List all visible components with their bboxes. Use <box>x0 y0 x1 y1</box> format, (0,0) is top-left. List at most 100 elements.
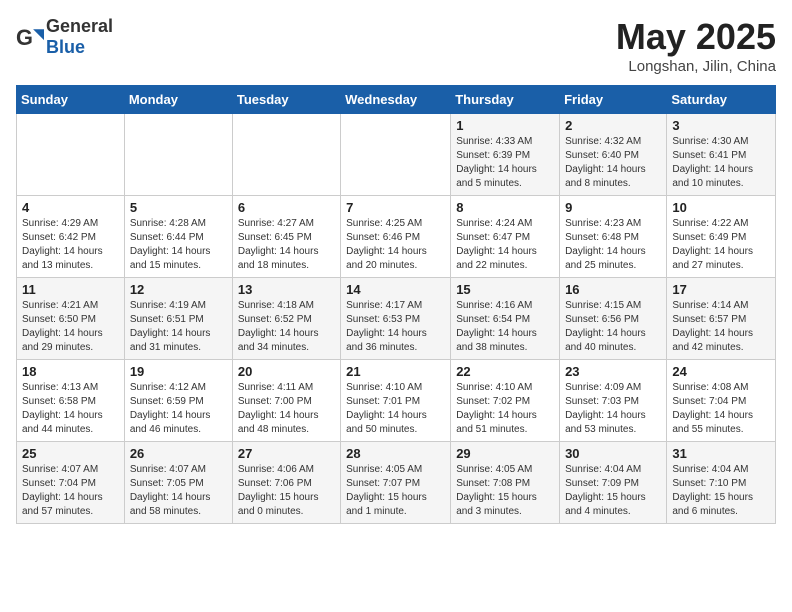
day-number: 11 <box>22 282 119 297</box>
calendar-cell: 25 Sunrise: 4:07 AM Sunset: 7:04 PM Dayli… <box>17 442 125 524</box>
calendar-cell: 14 Sunrise: 4:17 AM Sunset: 6:53 PM Dayli… <box>341 278 451 360</box>
day-number: 14 <box>346 282 445 297</box>
day-number: 28 <box>346 446 445 461</box>
calendar-cell: 1 Sunrise: 4:33 AM Sunset: 6:39 PM Daylig… <box>451 114 560 196</box>
day-info: Sunrise: 4:06 AM Sunset: 7:06 PM Dayligh… <box>238 464 319 517</box>
day-info: Sunrise: 4:04 AM Sunset: 7:09 PM Dayligh… <box>565 464 646 517</box>
calendar-cell: 2 Sunrise: 4:32 AM Sunset: 6:40 PM Daylig… <box>560 114 667 196</box>
weekday-header-sunday: Sunday <box>17 86 125 114</box>
month-title: May 2025 <box>616 16 776 58</box>
logo-general: General <box>46 16 113 36</box>
day-info: Sunrise: 4:15 AM Sunset: 6:56 PM Dayligh… <box>565 300 646 353</box>
day-info: Sunrise: 4:09 AM Sunset: 7:03 PM Dayligh… <box>565 382 646 435</box>
title-section: May 2025 Longshan, Jilin, China <box>616 16 776 75</box>
day-number: 16 <box>565 282 661 297</box>
calendar-week-2: 4 Sunrise: 4:29 AM Sunset: 6:42 PM Daylig… <box>17 196 776 278</box>
location: Longshan, Jilin, China <box>616 58 776 75</box>
day-number: 7 <box>346 200 445 215</box>
calendar-week-1: 1 Sunrise: 4:33 AM Sunset: 6:39 PM Daylig… <box>17 114 776 196</box>
calendar-week-3: 11 Sunrise: 4:21 AM Sunset: 6:50 PM Dayli… <box>17 278 776 360</box>
calendar-cell: 23Sunrise: 4:09 AM Sunset: 7:03 PM Dayli… <box>560 360 667 442</box>
day-info: Sunrise: 4:23 AM Sunset: 6:48 PM Dayligh… <box>565 218 646 271</box>
calendar-cell: 24 Sunrise: 4:08 AM Sunset: 7:04 PM Dayli… <box>667 360 776 442</box>
day-number: 5 <box>130 200 227 215</box>
calendar-cell: 21Sunrise: 4:10 AM Sunset: 7:01 PM Dayli… <box>341 360 451 442</box>
day-info: Sunrise: 4:32 AM Sunset: 6:40 PM Dayligh… <box>565 136 646 189</box>
calendar-cell: 5 Sunrise: 4:28 AM Sunset: 6:44 PM Daylig… <box>124 196 232 278</box>
calendar-cell: 18Sunrise: 4:13 AM Sunset: 6:58 PM Dayli… <box>17 360 125 442</box>
calendar-cell: 19 Sunrise: 4:12 AM Sunset: 6:59 PM Dayli… <box>124 360 232 442</box>
day-number: 9 <box>565 200 661 215</box>
day-info: Sunrise: 4:24 AM Sunset: 6:47 PM Dayligh… <box>456 218 537 271</box>
day-info: Sunrise: 4:29 AM Sunset: 6:42 PM Dayligh… <box>22 218 103 271</box>
calendar-cell: 31 Sunrise: 4:04 AM Sunset: 7:10 PM Dayli… <box>667 442 776 524</box>
calendar-cell: 30 Sunrise: 4:04 AM Sunset: 7:09 PM Dayli… <box>560 442 667 524</box>
day-info: Sunrise: 4:25 AM Sunset: 6:46 PM Dayligh… <box>346 218 427 271</box>
day-number: 26 <box>130 446 227 461</box>
calendar-cell: 7 Sunrise: 4:25 AM Sunset: 6:46 PM Daylig… <box>341 196 451 278</box>
day-number: 25 <box>22 446 119 461</box>
day-number: 31 <box>672 446 770 461</box>
day-number: 12 <box>130 282 227 297</box>
weekday-header-monday: Monday <box>124 86 232 114</box>
day-info: Sunrise: 4:17 AM Sunset: 6:53 PM Dayligh… <box>346 300 427 353</box>
calendar-cell: 12 Sunrise: 4:19 AM Sunset: 6:51 PM Dayli… <box>124 278 232 360</box>
calendar-cell: 26 Sunrise: 4:07 AM Sunset: 7:05 PM Dayli… <box>124 442 232 524</box>
calendar-cell: 4 Sunrise: 4:29 AM Sunset: 6:42 PM Daylig… <box>17 196 125 278</box>
calendar-cell: 6Sunrise: 4:27 AM Sunset: 6:45 PM Daylig… <box>232 196 340 278</box>
day-info: Sunrise: 4:08 AM Sunset: 7:04 PM Dayligh… <box>672 382 753 435</box>
day-info: Sunrise: 4:33 AM Sunset: 6:39 PM Dayligh… <box>456 136 537 189</box>
day-info: Sunrise: 4:05 AM Sunset: 7:08 PM Dayligh… <box>456 464 537 517</box>
logo-icon: G <box>16 23 44 51</box>
day-info: Sunrise: 4:10 AM Sunset: 7:02 PM Dayligh… <box>456 382 537 435</box>
day-number: 24 <box>672 364 770 379</box>
day-number: 15 <box>456 282 554 297</box>
day-info: Sunrise: 4:27 AM Sunset: 6:45 PM Dayligh… <box>238 218 319 271</box>
weekday-header-row: SundayMondayTuesdayWednesdayThursdayFrid… <box>17 86 776 114</box>
calendar-cell: 15Sunrise: 4:16 AM Sunset: 6:54 PM Dayli… <box>451 278 560 360</box>
calendar-cell <box>17 114 125 196</box>
calendar-cell: 16 Sunrise: 4:15 AM Sunset: 6:56 PM Dayli… <box>560 278 667 360</box>
weekday-header-thursday: Thursday <box>451 86 560 114</box>
logo-blue: Blue <box>46 37 85 57</box>
day-number: 4 <box>22 200 119 215</box>
calendar-table: SundayMondayTuesdayWednesdayThursdayFrid… <box>16 85 776 524</box>
day-number: 27 <box>238 446 335 461</box>
day-info: Sunrise: 4:04 AM Sunset: 7:10 PM Dayligh… <box>672 464 753 517</box>
day-info: Sunrise: 4:07 AM Sunset: 7:05 PM Dayligh… <box>130 464 211 517</box>
calendar-cell <box>124 114 232 196</box>
day-number: 1 <box>456 118 554 133</box>
calendar-cell: 10Sunrise: 4:22 AM Sunset: 6:49 PM Dayli… <box>667 196 776 278</box>
day-number: 2 <box>565 118 661 133</box>
day-info: Sunrise: 4:21 AM Sunset: 6:50 PM Dayligh… <box>22 300 103 353</box>
calendar-cell: 22Sunrise: 4:10 AM Sunset: 7:02 PM Dayli… <box>451 360 560 442</box>
day-number: 17 <box>672 282 770 297</box>
day-info: Sunrise: 4:28 AM Sunset: 6:44 PM Dayligh… <box>130 218 211 271</box>
day-info: Sunrise: 4:07 AM Sunset: 7:04 PM Dayligh… <box>22 464 103 517</box>
calendar-cell: 8Sunrise: 4:24 AM Sunset: 6:47 PM Daylig… <box>451 196 560 278</box>
calendar-cell: 28Sunrise: 4:05 AM Sunset: 7:07 PM Dayli… <box>341 442 451 524</box>
calendar-week-5: 25 Sunrise: 4:07 AM Sunset: 7:04 PM Dayli… <box>17 442 776 524</box>
calendar-cell <box>341 114 451 196</box>
day-number: 3 <box>672 118 770 133</box>
calendar-cell: 29Sunrise: 4:05 AM Sunset: 7:08 PM Dayli… <box>451 442 560 524</box>
calendar-cell: 20Sunrise: 4:11 AM Sunset: 7:00 PM Dayli… <box>232 360 340 442</box>
calendar-cell: 9 Sunrise: 4:23 AM Sunset: 6:48 PM Daylig… <box>560 196 667 278</box>
weekday-header-friday: Friday <box>560 86 667 114</box>
calendar-cell: 27 Sunrise: 4:06 AM Sunset: 7:06 PM Dayli… <box>232 442 340 524</box>
calendar-cell: 3 Sunrise: 4:30 AM Sunset: 6:41 PM Daylig… <box>667 114 776 196</box>
day-number: 19 <box>130 364 227 379</box>
calendar-cell <box>232 114 340 196</box>
day-info: Sunrise: 4:22 AM Sunset: 6:49 PM Dayligh… <box>672 218 753 271</box>
day-info: Sunrise: 4:14 AM Sunset: 6:57 PM Dayligh… <box>672 300 753 353</box>
weekday-header-saturday: Saturday <box>667 86 776 114</box>
svg-text:G: G <box>16 25 33 50</box>
calendar-cell: 11 Sunrise: 4:21 AM Sunset: 6:50 PM Dayli… <box>17 278 125 360</box>
day-info: Sunrise: 4:12 AM Sunset: 6:59 PM Dayligh… <box>130 382 211 435</box>
weekday-header-tuesday: Tuesday <box>232 86 340 114</box>
calendar-week-4: 18Sunrise: 4:13 AM Sunset: 6:58 PM Dayli… <box>17 360 776 442</box>
day-info: Sunrise: 4:30 AM Sunset: 6:41 PM Dayligh… <box>672 136 753 189</box>
day-number: 30 <box>565 446 661 461</box>
day-number: 21 <box>346 364 445 379</box>
day-info: Sunrise: 4:19 AM Sunset: 6:51 PM Dayligh… <box>130 300 211 353</box>
